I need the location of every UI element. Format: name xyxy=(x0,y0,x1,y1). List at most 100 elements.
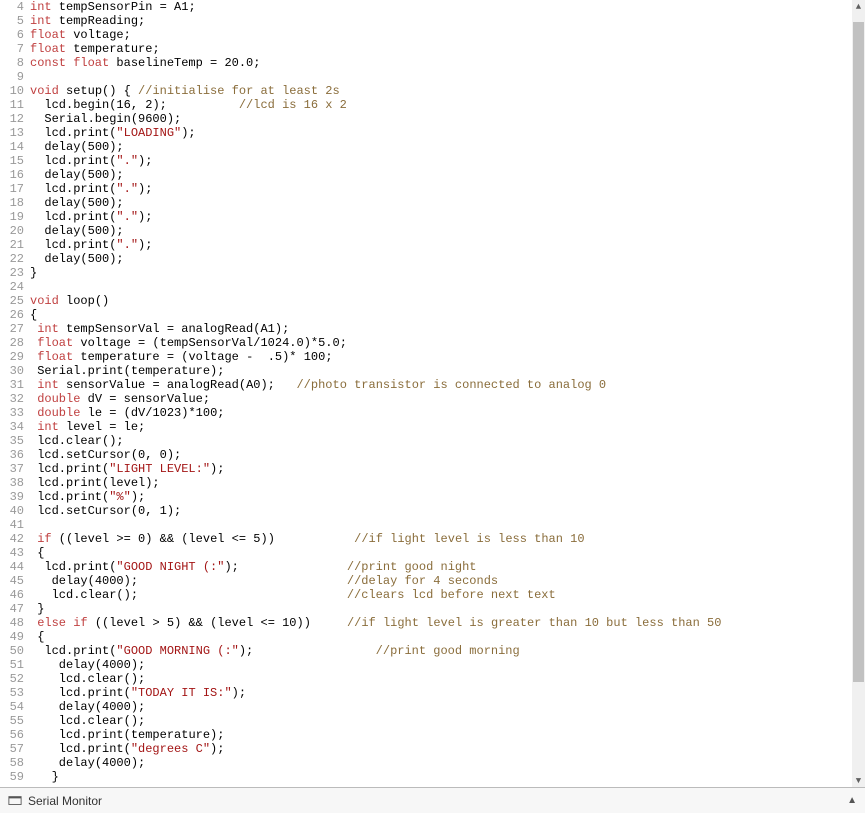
code-line[interactable]: delay(500); xyxy=(30,224,865,238)
bottom-panel-bar[interactable]: Serial Monitor ▲ xyxy=(0,787,865,813)
line-number: 43 xyxy=(0,546,24,560)
scroll-up-icon[interactable]: ▲ xyxy=(852,0,865,13)
serial-monitor-label[interactable]: Serial Monitor xyxy=(28,794,102,808)
code-line[interactable]: lcd.print("."); xyxy=(30,182,865,196)
line-number: 48 xyxy=(0,616,24,630)
code-line[interactable]: int tempSensorVal = analogRead(A1); xyxy=(30,322,865,336)
code-line[interactable]: int tempReading; xyxy=(30,14,865,28)
code-line[interactable]: delay(4000); xyxy=(30,658,865,672)
line-number: 6 xyxy=(0,28,24,42)
line-number: 38 xyxy=(0,476,24,490)
code-line[interactable]: delay(500); xyxy=(30,140,865,154)
code-line[interactable]: lcd.clear(); //clears lcd before next te… xyxy=(30,588,865,602)
line-number: 30 xyxy=(0,364,24,378)
line-number: 9 xyxy=(0,70,24,84)
line-number: 59 xyxy=(0,770,24,784)
code-line[interactable]: lcd.clear(); xyxy=(30,714,865,728)
code-line[interactable]: Serial.begin(9600); xyxy=(30,112,865,126)
line-number: 14 xyxy=(0,140,24,154)
code-line[interactable]: { xyxy=(30,308,865,322)
scroll-thumb[interactable] xyxy=(853,22,864,682)
code-line[interactable]: delay(500); xyxy=(30,168,865,182)
code-line[interactable]: lcd.clear(); xyxy=(30,672,865,686)
code-line[interactable]: lcd.clear(); xyxy=(30,434,865,448)
code-line[interactable]: lcd.print("LIGHT LEVEL:"); xyxy=(30,462,865,476)
code-line[interactable]: lcd.print(level); xyxy=(30,476,865,490)
code-line[interactable]: delay(4000); xyxy=(30,700,865,714)
line-number: 54 xyxy=(0,700,24,714)
code-line[interactable] xyxy=(30,70,865,84)
code-area[interactable]: int tempSensorPin = A1;int tempReading;f… xyxy=(30,0,865,787)
line-number: 16 xyxy=(0,168,24,182)
code-line[interactable]: lcd.begin(16, 2); //lcd is 16 x 2 xyxy=(30,98,865,112)
code-line[interactable]: delay(500); xyxy=(30,252,865,266)
code-line[interactable]: float voltage; xyxy=(30,28,865,42)
code-line[interactable]: else if ((level > 5) && (level <= 10)) /… xyxy=(30,616,865,630)
code-editor[interactable]: 4567891011121314151617181920212223242526… xyxy=(0,0,865,787)
code-line[interactable]: const float baselineTemp = 20.0; xyxy=(30,56,865,70)
line-number: 19 xyxy=(0,210,24,224)
code-line[interactable]: float temperature; xyxy=(30,42,865,56)
line-number: 55 xyxy=(0,714,24,728)
line-number: 47 xyxy=(0,602,24,616)
code-line[interactable]: lcd.print("%"); xyxy=(30,490,865,504)
code-line[interactable]: delay(4000); xyxy=(30,756,865,770)
code-line[interactable]: void setup() { //initialise for at least… xyxy=(30,84,865,98)
code-line[interactable] xyxy=(30,518,865,532)
code-line[interactable]: lcd.print("TODAY IT IS:"); xyxy=(30,686,865,700)
line-number: 40 xyxy=(0,504,24,518)
code-line[interactable]: Serial.print(temperature); xyxy=(30,364,865,378)
code-line[interactable]: lcd.print("degrees C"); xyxy=(30,742,865,756)
code-line[interactable]: lcd.print(temperature); xyxy=(30,728,865,742)
code-line[interactable]: lcd.print("."); xyxy=(30,238,865,252)
code-line[interactable]: } xyxy=(30,266,865,280)
line-number: 20 xyxy=(0,224,24,238)
code-line[interactable]: lcd.setCursor(0, 1); xyxy=(30,504,865,518)
line-number: 33 xyxy=(0,406,24,420)
line-number: 31 xyxy=(0,378,24,392)
line-number: 22 xyxy=(0,252,24,266)
code-line[interactable]: delay(500); xyxy=(30,196,865,210)
code-line[interactable]: int tempSensorPin = A1; xyxy=(30,0,865,14)
line-number: 56 xyxy=(0,728,24,742)
line-number: 44 xyxy=(0,560,24,574)
line-number: 27 xyxy=(0,322,24,336)
line-number: 41 xyxy=(0,518,24,532)
code-line[interactable]: lcd.print("GOOD MORNING (:"); //print go… xyxy=(30,644,865,658)
code-line[interactable]: } xyxy=(30,770,865,784)
scroll-down-icon[interactable]: ▼ xyxy=(852,774,865,787)
code-line[interactable]: lcd.print("."); xyxy=(30,210,865,224)
line-number: 21 xyxy=(0,238,24,252)
line-number: 12 xyxy=(0,112,24,126)
code-line[interactable] xyxy=(30,280,865,294)
line-number: 51 xyxy=(0,658,24,672)
line-number: 39 xyxy=(0,490,24,504)
code-line[interactable]: if ((level >= 0) && (level <= 5)) //if l… xyxy=(30,532,865,546)
code-line[interactable]: { xyxy=(30,630,865,644)
code-line[interactable]: lcd.print("GOOD NIGHT (:"); //print good… xyxy=(30,560,865,574)
line-number: 32 xyxy=(0,392,24,406)
vertical-scrollbar[interactable]: ▲ ▼ xyxy=(852,0,865,787)
code-line[interactable]: float voltage = (tempSensorVal/1024.0)*5… xyxy=(30,336,865,350)
code-line[interactable]: lcd.print("."); xyxy=(30,154,865,168)
code-line[interactable]: { xyxy=(30,546,865,560)
code-line[interactable]: int sensorValue = analogRead(A0); //phot… xyxy=(30,378,865,392)
line-number-gutter: 4567891011121314151617181920212223242526… xyxy=(0,0,30,787)
line-number: 28 xyxy=(0,336,24,350)
line-number: 34 xyxy=(0,420,24,434)
code-line[interactable]: float temperature = (voltage - .5)* 100; xyxy=(30,350,865,364)
code-line[interactable]: double dV = sensorValue; xyxy=(30,392,865,406)
serial-monitor-icon xyxy=(8,794,22,808)
code-line[interactable]: void loop() xyxy=(30,294,865,308)
code-line[interactable]: delay(4000); //delay for 4 seconds xyxy=(30,574,865,588)
code-line[interactable]: lcd.setCursor(0, 0); xyxy=(30,448,865,462)
code-line[interactable]: } xyxy=(30,602,865,616)
line-number: 37 xyxy=(0,462,24,476)
code-line[interactable]: lcd.print("LOADING"); xyxy=(30,126,865,140)
line-number: 25 xyxy=(0,294,24,308)
code-line[interactable]: int level = le; xyxy=(30,420,865,434)
code-line[interactable]: double le = (dV/1023)*100; xyxy=(30,406,865,420)
line-number: 10 xyxy=(0,84,24,98)
line-number: 18 xyxy=(0,196,24,210)
panel-collapse-icon[interactable]: ▲ xyxy=(847,795,857,806)
